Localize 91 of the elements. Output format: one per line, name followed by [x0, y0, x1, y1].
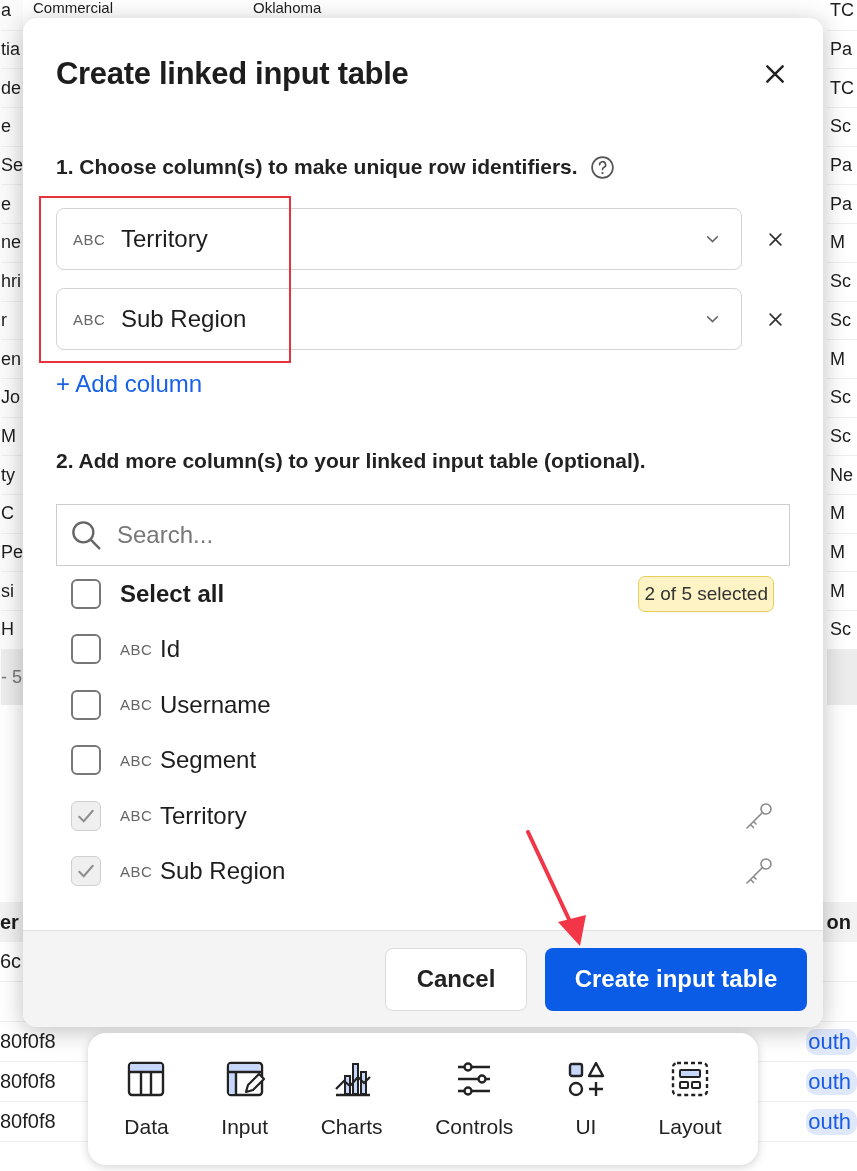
table-cell: Sc [830, 619, 851, 641]
section-heading: 2. Add more column(s) to your linked input table (optional). [56, 449, 646, 473]
table-cell: 80f0f8 [0, 1070, 56, 1093]
checkbox[interactable] [71, 634, 101, 665]
table-cell: Se [1, 155, 23, 177]
type-label: ABC [120, 751, 154, 769]
type-label: ABC [120, 640, 154, 658]
table-cell: Sc [830, 116, 851, 138]
chevron-icon [706, 234, 719, 244]
type-label: ABC [73, 230, 107, 248]
column-dropdown[interactable]: ABC Sub Region [56, 288, 742, 350]
toolbar-button[interactable]: UI [561, 1053, 610, 1145]
table-cell: hri [1, 271, 21, 293]
table-cell: si [1, 580, 14, 602]
toolbar-button[interactable]: Input [217, 1053, 272, 1145]
close-icon [768, 231, 783, 247]
checkbox[interactable] [71, 745, 101, 776]
table-cell: tia [1, 39, 20, 61]
table-cell: TC [830, 77, 854, 99]
table-cell: M [830, 580, 845, 602]
type-label: ABC [120, 807, 154, 825]
table-cell: 80f0f8 [0, 1110, 56, 1133]
column-dropdown[interactable]: ABC Territory [56, 208, 742, 270]
table-edit-icon [224, 1059, 265, 1099]
table-cell: ne [1, 232, 22, 254]
checkbox[interactable] [71, 689, 101, 720]
toolbar-button[interactable]: Layout [654, 1053, 726, 1145]
create-button[interactable]: Create input table [545, 947, 807, 1011]
row-count: - 5 [1, 666, 22, 688]
region-tag: outh [806, 1108, 857, 1135]
help-icon[interactable] [589, 154, 615, 180]
table-cell: M [1, 425, 16, 447]
table-cell: M [830, 503, 845, 525]
column-header: er [0, 910, 19, 934]
checkbox-label: Segment [160, 746, 258, 775]
section-heading: 1. Choose column(s) to make unique row identifiers. [56, 155, 578, 179]
table-cell: Pa [830, 155, 853, 177]
region-tag: outh [806, 1028, 857, 1055]
type-label: ABC [120, 696, 154, 714]
table-cell: Sc [830, 387, 851, 409]
checkbox-label: Username [160, 690, 272, 719]
table-cell: 80f0f8 [0, 1030, 56, 1053]
table-cell: Pa [830, 39, 853, 61]
search-field[interactable]: Search... [56, 504, 790, 566]
region-tag: outh [806, 1068, 857, 1095]
table-cell: Pa [830, 193, 853, 215]
dropdown-value: Sub Region [121, 305, 248, 333]
checkbox-label: Id [160, 635, 181, 664]
table-cell: r [1, 309, 7, 331]
table-cell: 6c [0, 950, 22, 973]
table-cell: en [1, 348, 22, 370]
table-cell: M [830, 541, 845, 563]
table-footer [827, 649, 857, 705]
selection-badge: 2 of 5 selected [638, 575, 774, 612]
table-cell: Jo [1, 387, 20, 409]
table-cell: TC [830, 0, 854, 22]
table-cell: Oklahoma [253, 0, 322, 16]
table-cell: e [1, 116, 11, 138]
close-icon [768, 311, 783, 327]
chevron-icon [706, 314, 719, 324]
table-cell: Sc [830, 271, 851, 293]
table-cell: e [1, 193, 11, 215]
table-cell: Pe [1, 541, 23, 563]
toolbar-button[interactable]: Data [120, 1053, 173, 1145]
table-cell: ty [1, 464, 15, 486]
table-cell: M [830, 348, 845, 370]
cancel-button[interactable]: Cancel [385, 947, 527, 1011]
table-icon [126, 1059, 167, 1099]
checkbox-label: Sub Region [160, 857, 287, 886]
checkbox-label: Select all [120, 579, 226, 608]
layout-icon [670, 1059, 711, 1099]
checkbox[interactable] [71, 578, 101, 609]
table-cell: Commercial [33, 0, 113, 16]
toolbar-button[interactable]: Controls [431, 1053, 518, 1145]
toolbar-button[interactable]: Charts [316, 1053, 387, 1145]
dropdown-value: Territory [121, 225, 209, 253]
table-cell: C [1, 503, 14, 525]
table-cell: M [830, 232, 845, 254]
table-cell: Sc [830, 425, 851, 447]
table-cell: a [1, 0, 11, 22]
table-cell: Ne [830, 464, 853, 486]
checkbox-label: Territory [160, 801, 248, 830]
type-label: ABC [73, 310, 107, 328]
table-cell: de [1, 77, 22, 99]
add-column-link[interactable]: + Add column [56, 370, 203, 398]
close-icon [764, 63, 786, 85]
table-cell: Sc [830, 309, 851, 331]
dialog-title: Create linked input table [56, 56, 409, 92]
column-header: on [826, 910, 851, 934]
type-label: ABC [120, 862, 154, 880]
table-cell: H [1, 619, 14, 641]
